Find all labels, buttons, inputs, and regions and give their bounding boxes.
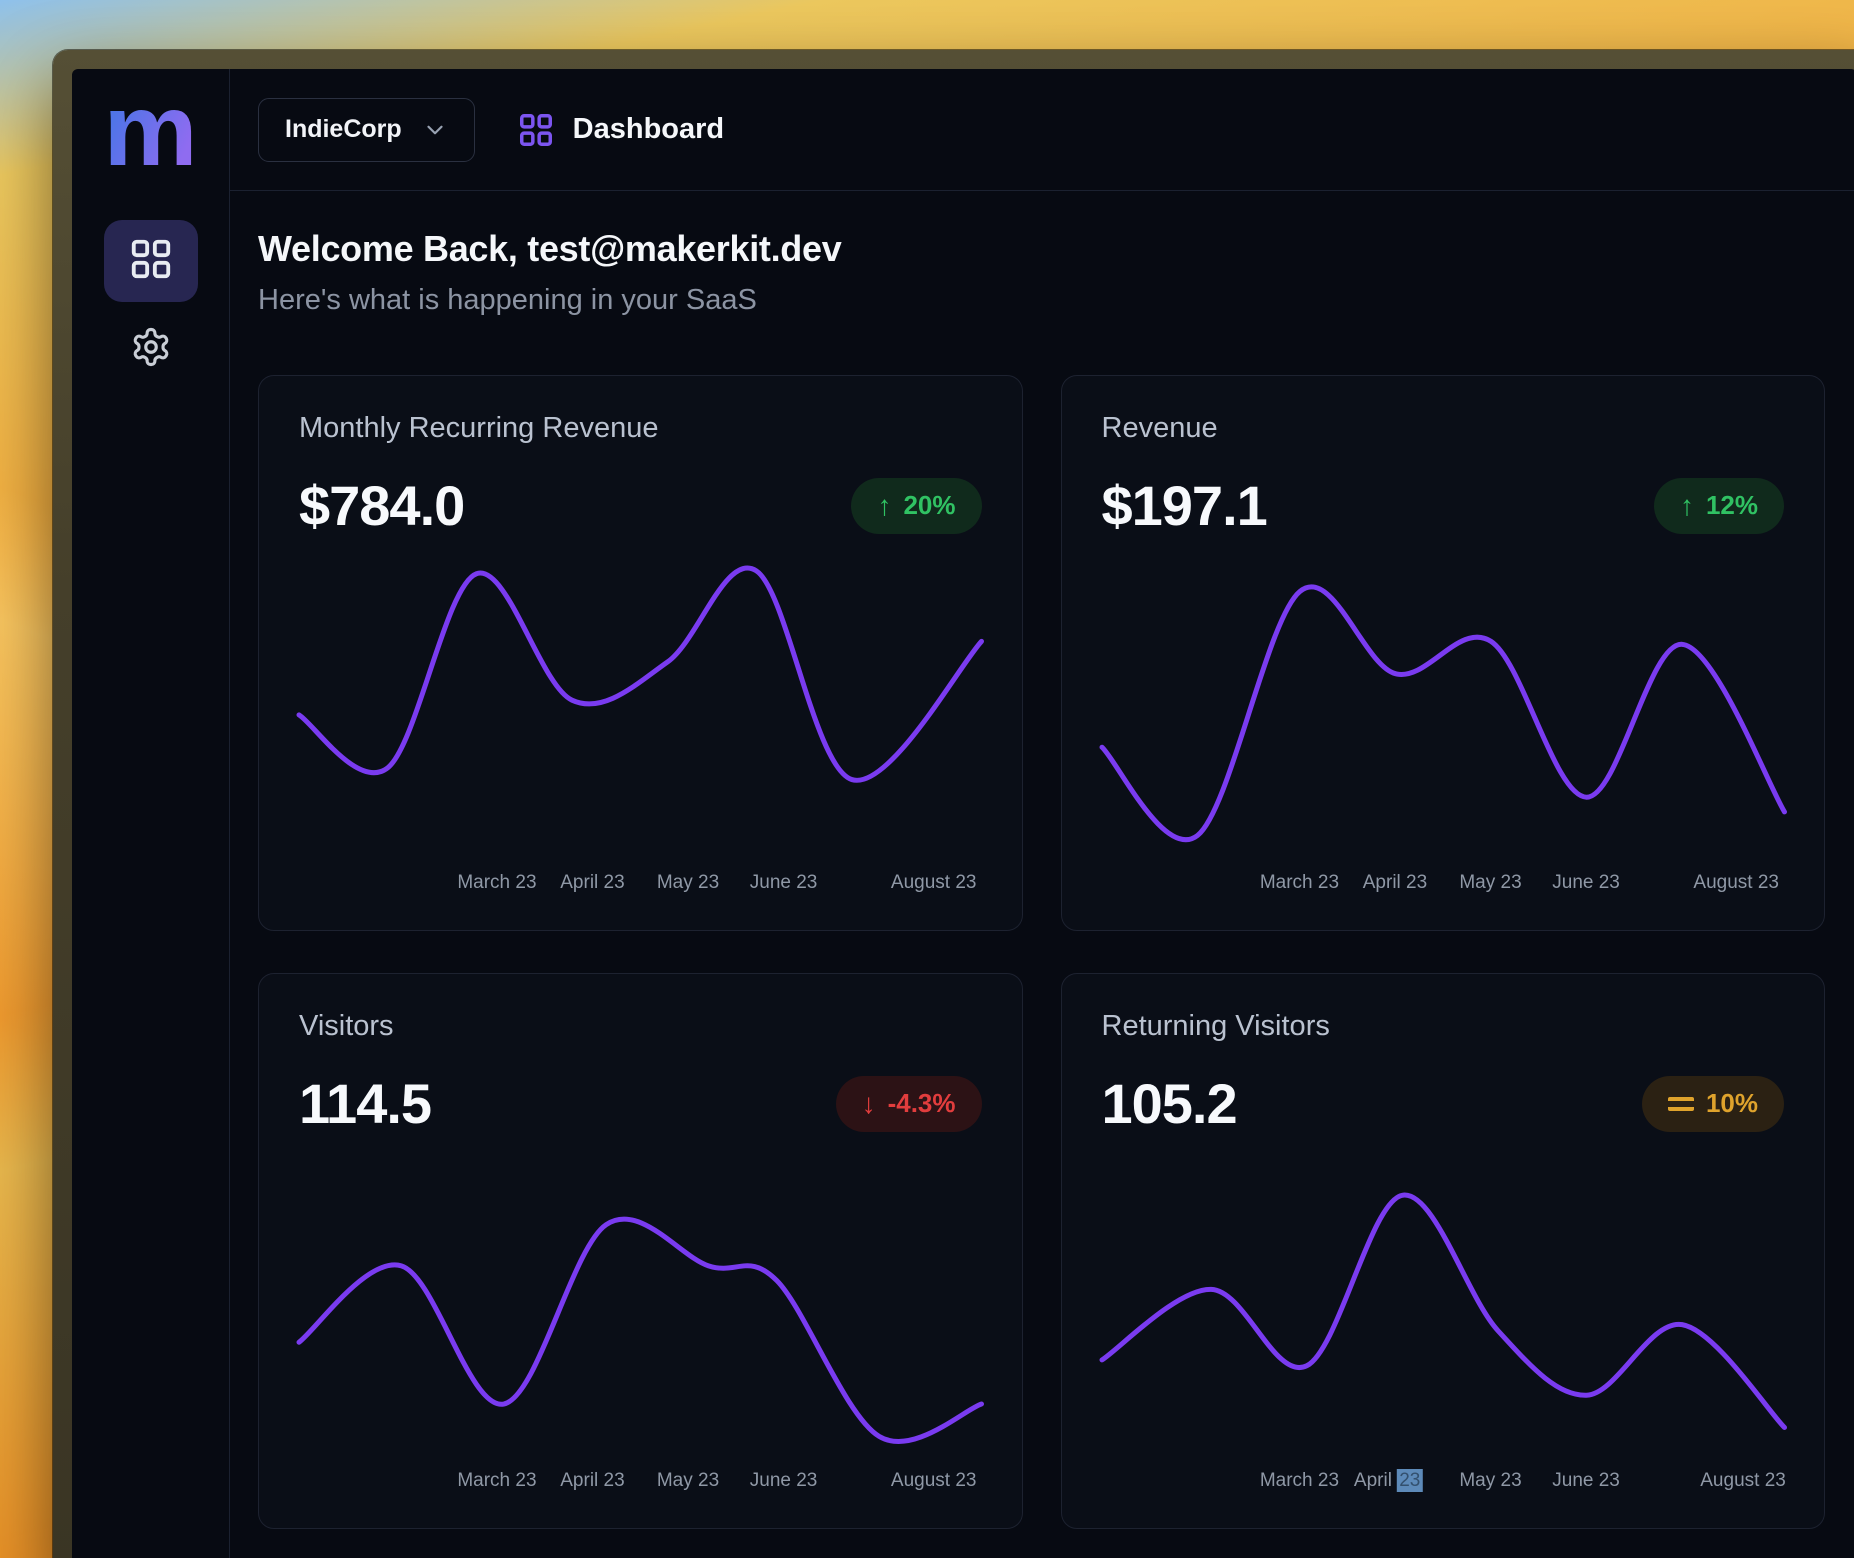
- line-chart-svg: [1102, 562, 1785, 856]
- x-axis-label: June 23: [1552, 1470, 1620, 1492]
- card-title: Monthly Recurring Revenue: [299, 412, 982, 445]
- chart-line: [299, 568, 982, 780]
- sidebar-item-settings[interactable]: [104, 314, 198, 384]
- badge-text: 12%: [1706, 490, 1758, 521]
- card-title: Revenue: [1102, 412, 1785, 445]
- card-value: 105.2: [1102, 1071, 1237, 1136]
- breadcrumb: Dashboard: [517, 111, 724, 149]
- metric-card: Monthly Recurring Revenue $784.0 ↑ 20% March…: [258, 375, 1023, 931]
- page-title: Dashboard: [573, 113, 724, 146]
- selected-text-highlight: 23: [1397, 1469, 1422, 1492]
- chart-line: [1102, 587, 1785, 840]
- x-axis-label: May 23: [1459, 872, 1521, 894]
- line-chart-svg: [299, 562, 982, 856]
- trend-badge: 10%: [1642, 1076, 1784, 1132]
- app-logo: m: [103, 99, 197, 165]
- team-selector-label: IndieCorp: [285, 115, 402, 144]
- card-value-row: 114.5 ↓ -4.3%: [299, 1071, 982, 1136]
- x-axis-label: March 23: [1260, 1470, 1339, 1492]
- trend-up-icon: ↑: [1680, 490, 1694, 522]
- badge-text: 10%: [1706, 1088, 1758, 1119]
- x-axis-label: June 23: [750, 872, 818, 894]
- card-value-row: $784.0 ↑ 20%: [299, 473, 982, 538]
- x-axis-label: March 23: [1260, 872, 1339, 894]
- chevron-down-icon: [422, 117, 448, 143]
- x-axis-label: May 23: [657, 1470, 719, 1492]
- x-axis-label: April 23: [1363, 872, 1427, 894]
- grid-icon: [128, 236, 174, 287]
- x-axis-labels: March 23 April 23 May 23 June 23 August 23: [299, 872, 982, 900]
- x-axis-label: April 23: [1354, 1470, 1422, 1492]
- x-axis-label: August 23: [1693, 872, 1779, 894]
- gear-icon: [130, 326, 172, 373]
- badge-text: -4.3%: [888, 1088, 956, 1119]
- x-axis-labels: March 23 April 23 May 23 June 23 August 23: [299, 1470, 982, 1498]
- x-axis-label: May 23: [657, 872, 719, 894]
- x-axis-label: August 23: [1700, 1470, 1786, 1492]
- x-axis-label: April 23: [560, 872, 624, 894]
- line-chart: [299, 562, 982, 856]
- x-axis-labels: March 23 April 23 May 23 June 23 August 23: [1102, 1470, 1785, 1498]
- x-axis-label: March 23: [457, 1470, 536, 1492]
- welcome-heading: Welcome Back, test@makerkit.dev: [258, 228, 1825, 270]
- metric-cards-grid: Monthly Recurring Revenue $784.0 ↑ 20% March…: [258, 375, 1825, 1529]
- metric-card: Visitors 114.5 ↓ -4.3% March 23 April 23 May 2…: [258, 973, 1023, 1529]
- chart-line: [299, 1219, 982, 1441]
- x-axis-label: August 23: [891, 872, 977, 894]
- dashboard-content: Welcome Back, test@makerkit.dev Here's w…: [230, 191, 1854, 1558]
- line-chart: [299, 1160, 982, 1454]
- dashboard-grid-icon: [517, 111, 555, 149]
- trend-badge: ↑ 12%: [1654, 478, 1784, 534]
- sidebar-item-dashboard[interactable]: [104, 220, 198, 302]
- x-axis-label: May 23: [1459, 1470, 1521, 1492]
- chart-line: [1102, 1195, 1785, 1427]
- card-value: $784.0: [299, 473, 464, 538]
- x-axis-label: April 23: [560, 1470, 624, 1492]
- app-content: m: [72, 69, 1854, 1558]
- metric-card: Returning Visitors 105.2 10% March 23 April …: [1061, 973, 1826, 1529]
- main-panel: IndieCorp Dashboard: [230, 69, 1854, 1558]
- line-chart: [1102, 562, 1785, 856]
- team-selector-button[interactable]: IndieCorp: [258, 98, 475, 162]
- line-chart-svg: [1102, 1160, 1785, 1454]
- metric-card: Revenue $197.1 ↑ 12% March 23 April 23 May 23 J…: [1061, 375, 1826, 931]
- welcome-subtitle: Here's what is happening in your SaaS: [258, 284, 1825, 317]
- sidebar-nav: [104, 220, 198, 384]
- desktop-wallpaper: m: [0, 0, 1854, 1558]
- app-window: m: [53, 50, 1854, 1558]
- card-value-row: 105.2 10%: [1102, 1071, 1785, 1136]
- card-title: Returning Visitors: [1102, 1010, 1785, 1043]
- trend-up-icon: ↑: [877, 490, 891, 522]
- badge-text: 20%: [903, 490, 955, 521]
- line-chart: [1102, 1160, 1785, 1454]
- x-axis-label: March 23: [457, 872, 536, 894]
- line-chart-svg: [299, 1160, 982, 1454]
- card-title: Visitors: [299, 1010, 982, 1043]
- x-axis-labels: March 23 April 23 May 23 June 23 August 23: [1102, 872, 1785, 900]
- trend-flat-icon: [1668, 1097, 1694, 1111]
- x-axis-label: June 23: [1552, 872, 1620, 894]
- trend-badge: ↑ 20%: [851, 478, 981, 534]
- trend-badge: ↓ -4.3%: [836, 1076, 982, 1132]
- trend-down-icon: ↓: [862, 1088, 876, 1120]
- card-value-row: $197.1 ↑ 12%: [1102, 473, 1785, 538]
- top-header: IndieCorp Dashboard: [230, 69, 1854, 191]
- x-axis-label: June 23: [750, 1470, 818, 1492]
- card-value: $197.1: [1102, 473, 1267, 538]
- sidebar: m: [72, 69, 230, 1558]
- x-axis-label: August 23: [891, 1470, 977, 1492]
- card-value: 114.5: [299, 1071, 431, 1136]
